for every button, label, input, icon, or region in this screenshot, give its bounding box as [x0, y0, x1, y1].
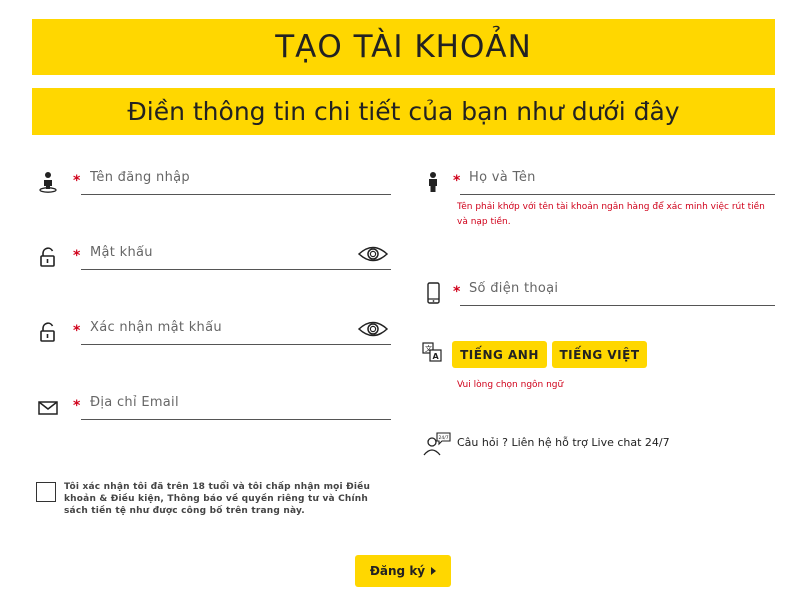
confirm-password-input[interactable] [81, 311, 391, 345]
language-error: Vui lòng chọn ngôn ngữ [457, 380, 564, 390]
page-subtitle: Điền thông tin chi tiết của bạn như dưới… [32, 88, 775, 135]
required-mark: * [73, 323, 81, 339]
username-field-row: * [38, 161, 393, 201]
fullname-field-row: * [425, 161, 775, 201]
required-mark: * [73, 248, 81, 264]
show-confirm-password-eye-icon[interactable] [357, 320, 389, 338]
register-button[interactable]: Đăng ký [355, 555, 451, 587]
phone-input[interactable] [460, 272, 775, 306]
fullname-note: Tên phải khớp với tên tài khoản ngân hàn… [457, 202, 765, 227]
svg-text:A: A [433, 352, 440, 361]
lock-icon [38, 321, 58, 343]
confirm-password-field-row: * [38, 311, 393, 351]
required-mark: * [73, 173, 81, 189]
terms-checkbox[interactable] [36, 482, 56, 502]
terms-label: Tôi xác nhận tôi đã trên 18 tuổi và tôi … [64, 482, 371, 516]
mail-icon [38, 396, 58, 418]
phone-field-row: * [425, 272, 775, 312]
fullname-input[interactable] [460, 161, 775, 195]
email-field-row: * [38, 386, 393, 426]
user-pin-icon [38, 171, 58, 193]
caret-right-icon [431, 567, 437, 575]
phone-icon [425, 282, 445, 304]
support-chat-icon: 24/7 [423, 432, 451, 456]
username-input[interactable] [81, 161, 391, 195]
support-text[interactable]: Câu hỏi ? Liên hệ hỗ trợ Live chat 24/7 [457, 436, 670, 449]
translate-icon: 文A [422, 342, 442, 362]
language-english-button[interactable]: TIẾNG ANH [452, 341, 547, 368]
show-password-eye-icon[interactable] [357, 245, 389, 263]
language-vietnamese-button[interactable]: TIẾNG VIỆT [552, 341, 647, 368]
password-field-row: * [38, 236, 393, 276]
email-input[interactable] [81, 386, 391, 420]
person-icon [425, 171, 445, 193]
required-mark: * [73, 398, 81, 414]
register-button-label: Đăng ký [369, 564, 426, 578]
password-input[interactable] [81, 236, 391, 270]
lock-icon [38, 246, 58, 268]
svg-text:24/7: 24/7 [439, 435, 449, 441]
page-title: TẠO TÀI KHOẢN [32, 19, 775, 75]
